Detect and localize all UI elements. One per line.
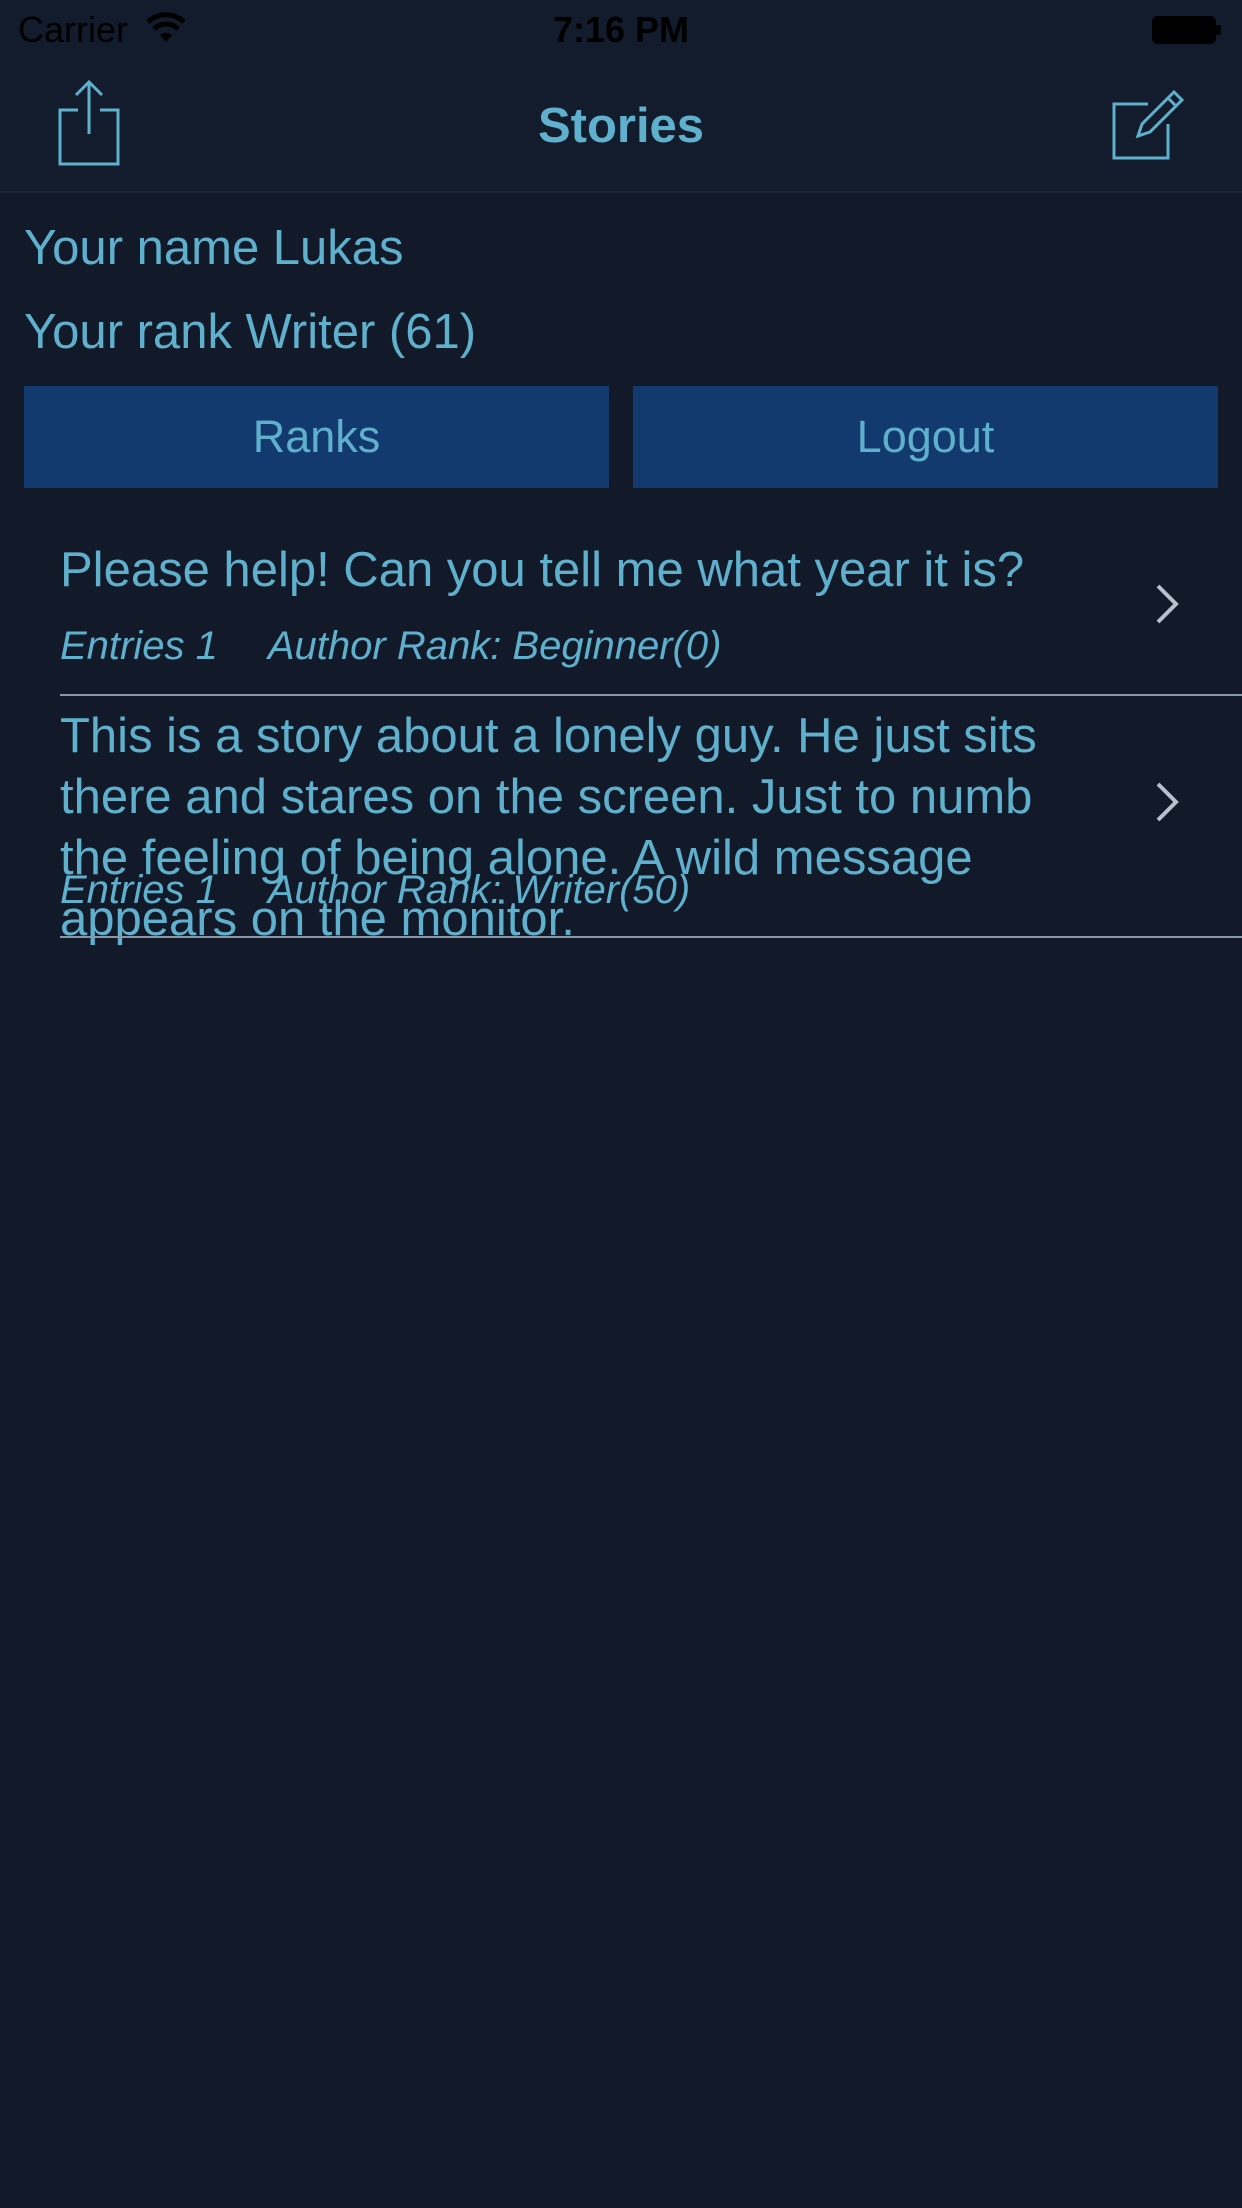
ranks-button[interactable]: Ranks <box>24 386 609 488</box>
story-title: Please help! Can you tell me what year i… <box>60 543 1025 597</box>
story-row[interactable]: Please help! Can you tell me what year i… <box>0 520 1242 696</box>
user-rank-label: Your rank Writer (61) <box>24 305 477 359</box>
navigation-bar: Stories <box>0 60 1242 193</box>
story-entries: Entries 1 <box>60 868 218 912</box>
page-title: Stories <box>537 99 705 153</box>
user-name-label: Your name Lukas <box>24 221 404 275</box>
story-row[interactable]: This is a story about a lonely guy. He j… <box>0 696 1242 1064</box>
chevron-right-icon <box>1156 584 1179 624</box>
chevron-right-icon <box>1156 782 1179 822</box>
story-meta: Entries 1 Author Rank: Writer(50) <box>60 866 690 914</box>
story-meta: Entries 1 Author Rank: Beginner(0) <box>60 622 721 670</box>
battery-icon <box>1152 16 1221 44</box>
story-entries: Entries 1 <box>60 624 218 668</box>
status-bar: Carrier 7:16 PM <box>0 0 1242 60</box>
story-author-rank: Author Rank: Writer(50) <box>267 868 691 912</box>
story-author-rank: Author Rank: Beginner(0) <box>267 624 722 668</box>
status-time: 7:16 PM <box>552 9 690 50</box>
logout-button[interactable]: Logout <box>633 386 1218 488</box>
compose-icon[interactable] <box>1108 86 1188 166</box>
row-divider <box>60 936 1242 938</box>
story-list: Please help! Can you tell me what year i… <box>0 520 1242 1064</box>
